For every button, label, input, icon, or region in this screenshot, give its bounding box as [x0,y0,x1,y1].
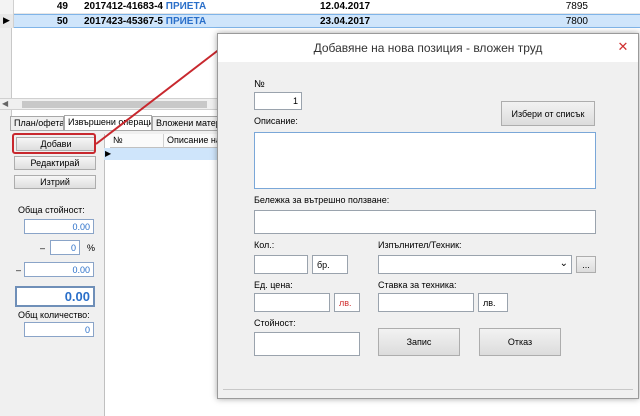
description-textarea[interactable] [254,132,596,189]
internal-note-label: Бележка за вътрешно ползване: [254,195,390,205]
add-position-dialog: Добавяне на нова позиция - вложен труд ✕… [217,33,639,399]
quantity-label: Кол.: [254,240,275,250]
executor-label: Изпълнител/Техник: [378,240,462,250]
dialog-divider [223,389,633,390]
internal-note-field[interactable] [254,210,596,234]
close-icon[interactable]: ✕ [616,40,630,54]
save-button[interactable]: Запис [378,328,460,356]
quantity-field[interactable] [254,255,308,274]
quantity-unit: бр. [312,255,348,274]
number-label: № [254,79,265,90]
dialog-title-text: Добавяне на нова позиция - вложен труд [313,41,543,55]
number-field[interactable]: 1 [254,92,302,110]
tech-rate-currency: лв. [478,293,508,312]
unit-price-label: Ед. цена: [254,280,293,290]
tech-rate-field[interactable] [378,293,474,312]
value-label: Стойност: [254,318,296,328]
cancel-button[interactable]: Отказ [479,328,561,356]
unit-price-field[interactable] [254,293,330,312]
dialog-title: Добавяне на нова позиция - вложен труд ✕ [218,34,638,62]
chevron-down-icon[interactable]: ⌄ [560,258,568,269]
tech-rate-label: Ставка за техника: [378,280,457,290]
executor-more-button[interactable]: ... [576,256,596,273]
unit-price-currency: лв. [334,293,360,312]
executor-dropdown[interactable]: ⌄ [378,255,572,274]
value-field[interactable] [254,332,360,356]
choose-from-list-button[interactable]: Избери от списък [501,101,595,126]
description-label: Описание: [254,116,298,126]
